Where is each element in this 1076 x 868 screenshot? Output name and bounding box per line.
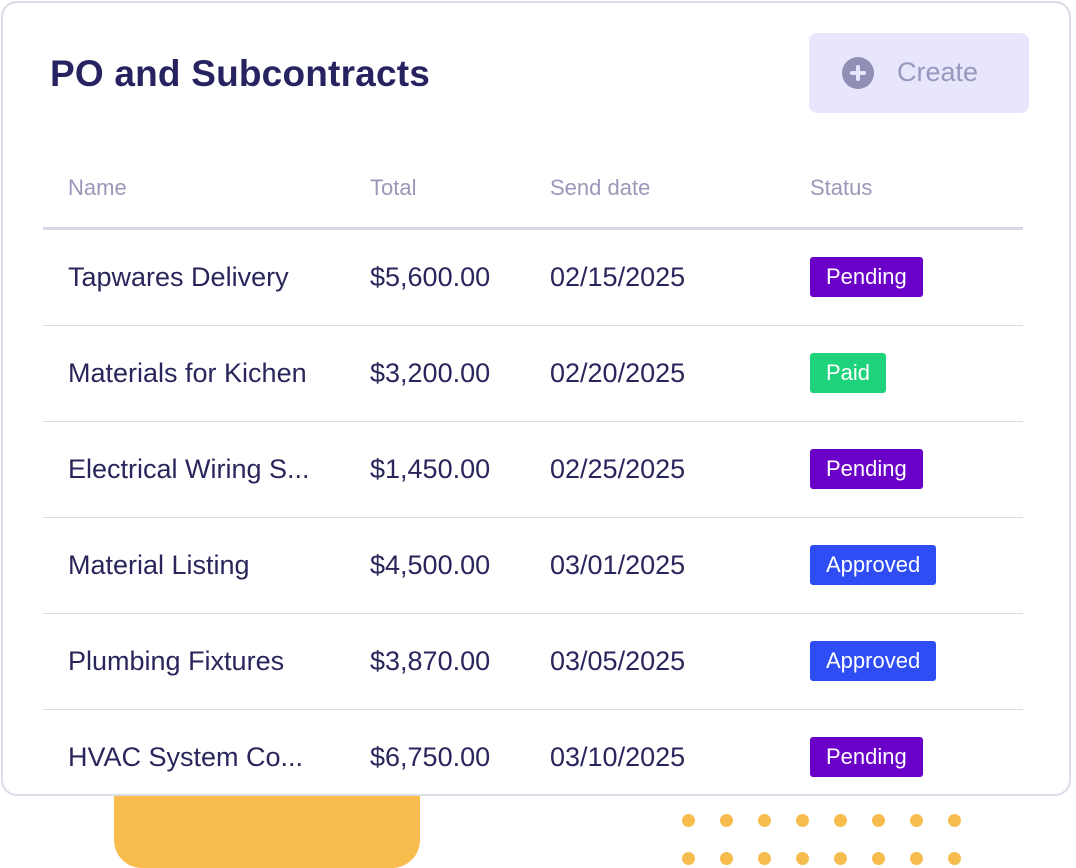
decorative-dot <box>872 852 885 865</box>
table-row[interactable]: Materials for Kichen $3,200.00 02/20/2025 P… <box>43 326 1023 422</box>
status-badge: Pending <box>810 257 923 297</box>
table-row[interactable]: Tapwares Delivery $5,600.00 02/15/2025 Pend… <box>43 230 1023 326</box>
row-name: Materials for Kichen <box>68 358 307 388</box>
create-button-label: Create <box>897 57 979 87</box>
row-send-date: 03/01/2025 <box>550 550 686 580</box>
column-header-name[interactable]: Name <box>68 175 127 201</box>
decorative-dot <box>720 852 733 865</box>
column-header-total[interactable]: Total <box>370 175 416 201</box>
row-send-date: 02/25/2025 <box>550 454 686 484</box>
table-row[interactable]: HVAC System Co... $6,750.00 03/10/2025 Pend… <box>43 710 1023 805</box>
po-subcontracts-card: PO and Subcontracts Create Name Total Se… <box>1 1 1071 796</box>
decorative-dot <box>948 852 961 865</box>
row-name: Plumbing Fixtures <box>68 646 285 676</box>
table-body: Tapwares Delivery $5,600.00 02/15/2025 Pend… <box>43 230 1023 805</box>
row-name: Tapwares Delivery <box>68 262 289 292</box>
decorative-dot <box>910 814 923 827</box>
decorative-dot <box>758 852 771 865</box>
status-badge: Pending <box>810 737 923 777</box>
page-title: PO and Subcontracts <box>50 53 431 94</box>
row-send-date: 03/05/2025 <box>550 646 686 676</box>
decorative-dot <box>796 814 809 827</box>
row-total: $6,750.00 <box>370 742 491 772</box>
column-header-status[interactable]: Status <box>810 175 872 201</box>
row-total: $5,600.00 <box>370 262 491 292</box>
table-header: Name Total Send date Status <box>43 143 1023 230</box>
po-table: Name Total Send date Status Tapwares Del… <box>43 143 1023 805</box>
decorative-dot <box>834 852 847 865</box>
status-badge: Approved <box>810 545 937 585</box>
row-name: HVAC System Co... <box>68 742 304 772</box>
decorative-dot <box>682 852 695 865</box>
row-total: $4,500.00 <box>370 550 491 580</box>
decorative-dot <box>948 814 961 827</box>
row-send-date: 03/10/2025 <box>550 742 686 772</box>
row-total: $3,200.00 <box>370 358 491 388</box>
create-button[interactable]: Create <box>809 33 1029 113</box>
decorative-dot <box>720 814 733 827</box>
decorative-dot <box>910 852 923 865</box>
row-total: $1,450.00 <box>370 454 491 484</box>
row-total: $3,870.00 <box>370 646 491 676</box>
table-row[interactable]: Electrical Wiring S... $1,450.00 02/25/202… <box>43 422 1023 518</box>
table-row[interactable]: Material Listing $4,500.00 03/01/2025 Appro… <box>43 518 1023 614</box>
row-send-date: 02/20/2025 <box>550 358 686 388</box>
decorative-dot <box>796 852 809 865</box>
row-name: Material Listing <box>68 550 250 580</box>
decorative-dot <box>872 814 885 827</box>
row-send-date: 02/15/2025 <box>550 262 686 292</box>
decorative-dot <box>758 814 771 827</box>
plus-circle-icon <box>842 57 874 89</box>
column-header-send-date[interactable]: Send date <box>550 175 650 201</box>
status-badge: Pending <box>810 449 923 489</box>
decorative-dot <box>682 814 695 827</box>
status-badge: Approved <box>810 641 937 681</box>
decorative-dot <box>834 814 847 827</box>
table-row[interactable]: Plumbing Fixtures $3,870.00 03/05/2025 Appr… <box>43 614 1023 710</box>
status-badge: Paid <box>810 353 887 393</box>
row-name: Electrical Wiring S... <box>68 454 310 484</box>
